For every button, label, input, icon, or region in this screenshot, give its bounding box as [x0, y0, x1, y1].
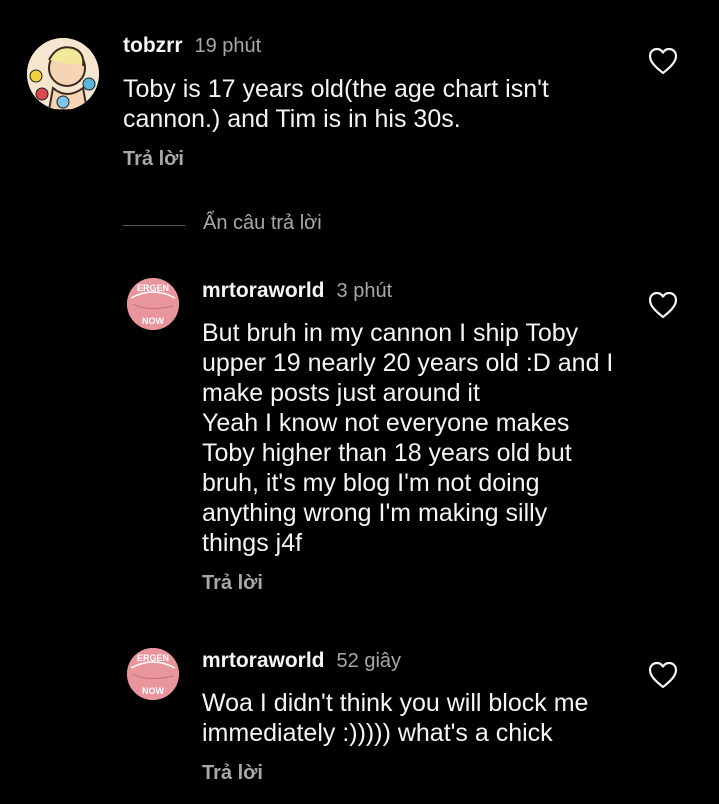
reply-comment-2: ERGEN NOW mrtoraworld 52 giây Woa I didn'… — [0, 630, 719, 804]
like-button[interactable] — [648, 291, 678, 319]
username[interactable]: tobzrr — [123, 34, 183, 57]
avatar[interactable]: ERGEN NOW — [127, 648, 179, 700]
timestamp: 19 phút — [194, 35, 262, 57]
hide-replies-label: Ẩn câu trả lời — [203, 212, 322, 234]
comment-meta: mrtoraworld 52 giây — [202, 649, 401, 673]
reply-button[interactable]: Trả lời — [123, 148, 184, 171]
avatar[interactable] — [27, 38, 99, 110]
comment-meta: mrtoraworld 3 phút — [202, 279, 392, 303]
username[interactable]: mrtoraworld — [202, 649, 325, 672]
reply-button[interactable]: Trả lời — [202, 762, 263, 785]
reply-button[interactable]: Trả lời — [202, 572, 263, 595]
timestamp: 3 phút — [336, 280, 393, 302]
like-button[interactable] — [648, 47, 678, 75]
avatar-logo-bottom: NOW — [142, 316, 165, 326]
avatar-logo-bottom: NOW — [142, 686, 165, 696]
heart-outline-icon — [648, 291, 678, 319]
comment-text: Woa I didn't think you will block me imm… — [202, 689, 589, 747]
comment-tobzrr: tobzrr 19 phút Toby is 17 years old(the a… — [0, 0, 719, 190]
comment-text: But bruh in my cannon I ship Toby upper … — [202, 319, 614, 557]
avatar-logo-top: ERGEN — [137, 653, 169, 663]
avatar-logo-top: ERGEN — [137, 283, 169, 293]
timestamp: 52 giây — [336, 650, 402, 672]
comment-text: Toby is 17 years old(the age chart isn't… — [123, 75, 549, 133]
like-button[interactable] — [648, 661, 678, 689]
avatar[interactable]: ERGEN NOW — [127, 278, 179, 330]
divider — [123, 225, 185, 226]
heart-outline-icon — [648, 47, 678, 75]
reply-comment-1: ERGEN NOW mrtoraworld 3 phút But bruh in … — [0, 260, 719, 600]
username[interactable]: mrtoraworld — [202, 279, 325, 302]
comment-meta: tobzrr 19 phút — [123, 34, 261, 58]
heart-outline-icon — [648, 661, 678, 689]
